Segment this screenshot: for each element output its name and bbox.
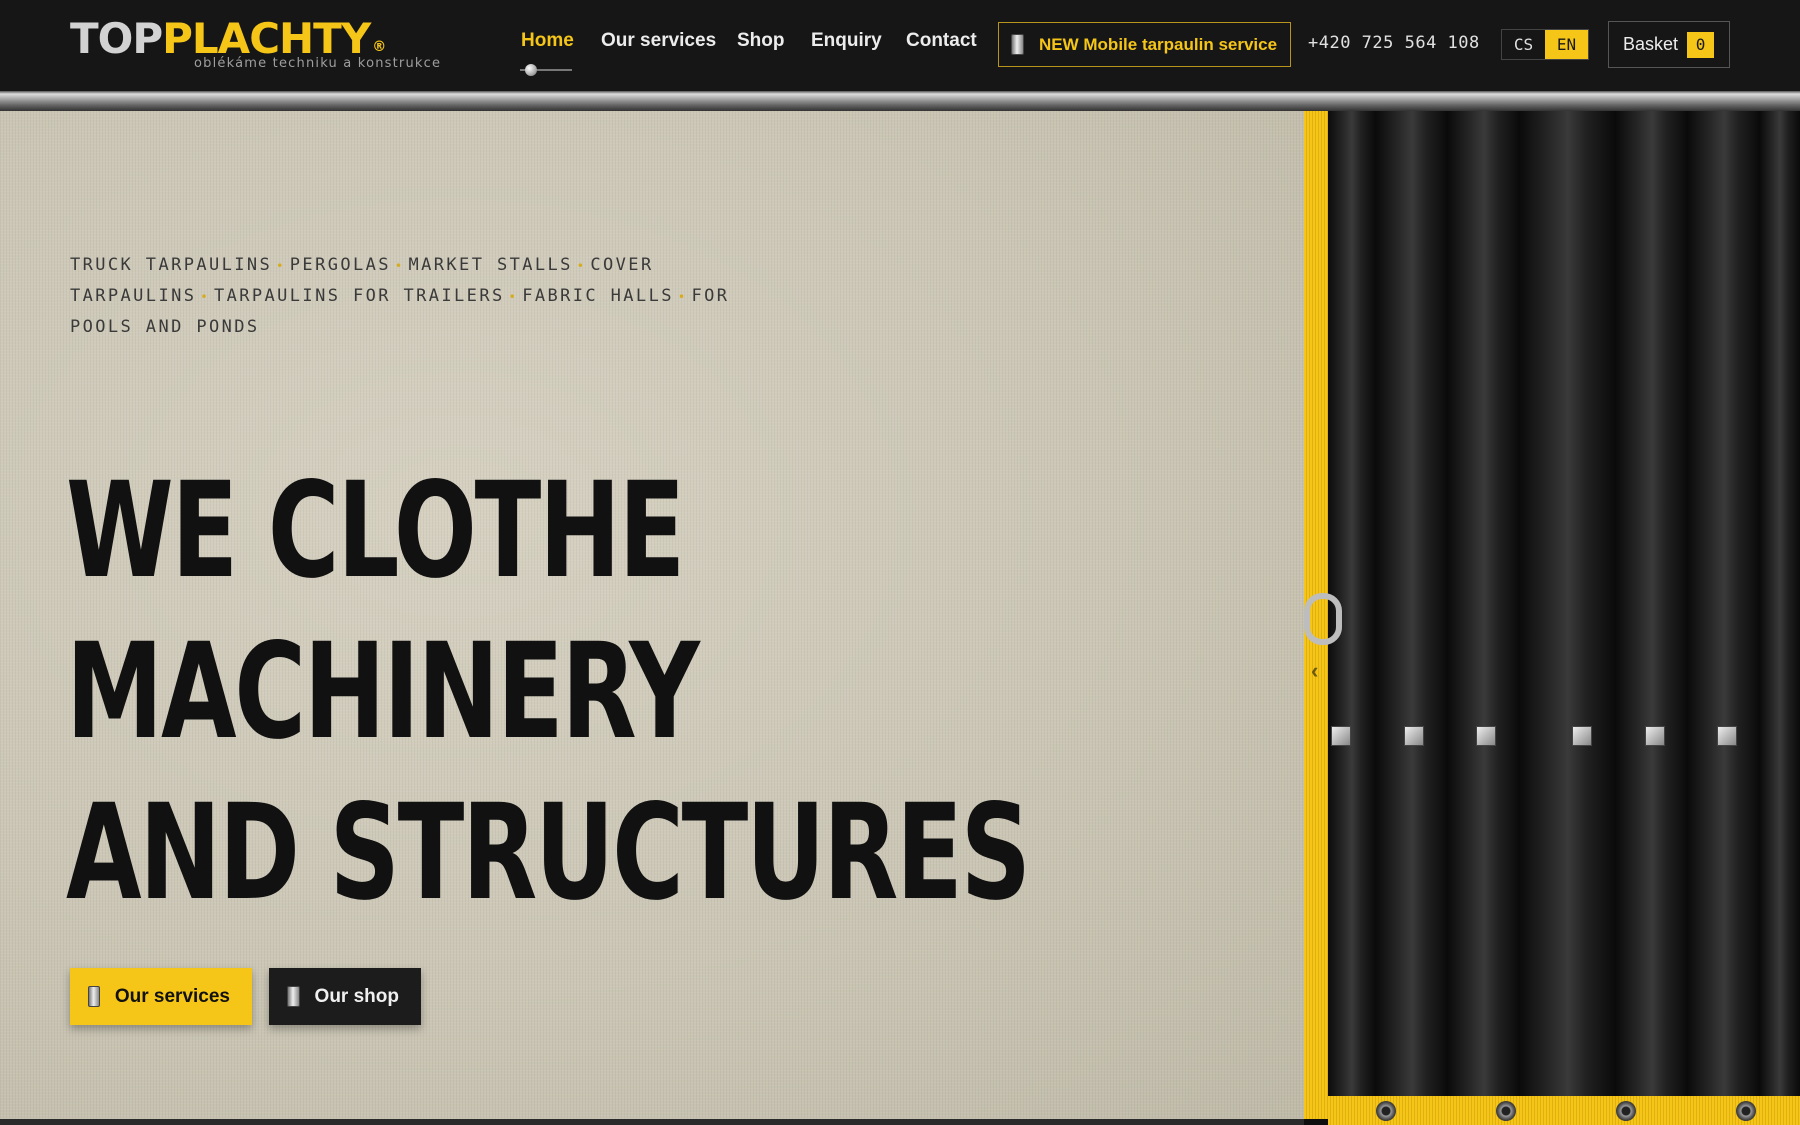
hero-title-line: MACHINERY (66, 615, 700, 769)
lang-option-cs[interactable]: CS (1502, 30, 1545, 59)
separator-dot: • (394, 259, 405, 273)
separator-dot: • (508, 290, 519, 304)
category-item: FABRIC HALLS (522, 286, 674, 306)
separator-dot: • (677, 290, 688, 304)
hero-section: TRUCK TARPAULINS • PERGOLAS • MARKET STALLS •… (0, 111, 1304, 1125)
buckle-icon (1645, 726, 1665, 746)
hook-icon[interactable] (1304, 593, 1342, 645)
logo-registered: ® (372, 39, 386, 55)
category-item: TRUCK TARPAULINS (70, 255, 273, 275)
chevron-left-icon[interactable]: ‹ (1311, 658, 1318, 684)
nav-item-contact[interactable]: Contact (906, 30, 977, 52)
logo-top: TOP (70, 14, 163, 63)
nav-indicator-knob (525, 64, 537, 76)
curtain-fold (1448, 111, 1520, 1096)
phone-icon (1011, 34, 1024, 55)
hero-categories: TRUCK TARPAULINS • PERGOLAS • MARKET STALLS •… (70, 250, 750, 342)
our-shop-label: Our shop (314, 985, 399, 1007)
buckle-icon (1404, 726, 1424, 746)
nav-item-home[interactable]: Home (521, 30, 574, 52)
grommet-icon (1616, 1101, 1636, 1121)
buckle-icon (1476, 726, 1496, 746)
grommet-icon (1496, 1101, 1516, 1121)
curtain-bottom-strap (1328, 1096, 1800, 1125)
grommet-icon (1736, 1101, 1756, 1121)
phone-icon (88, 986, 100, 1007)
buckle-icon (1331, 726, 1351, 746)
curtain-fold (1520, 111, 1616, 1096)
separator-dot: • (200, 290, 210, 304)
site-header: TOPPLACHTY ® oblékáme techniku a konstruk… (0, 0, 1800, 92)
nav-active-indicator (520, 64, 572, 76)
category-item: PERGOLAS (289, 255, 391, 275)
separator-dot: • (276, 259, 286, 273)
logo-tagline: oblékáme techniku a konstrukce (194, 56, 442, 71)
promo-mobile-service-button[interactable]: NEW Mobile tarpaulin service (998, 22, 1291, 67)
curtain-fold (1760, 111, 1800, 1096)
nav-item-enquiry[interactable]: Enquiry (811, 30, 882, 52)
basket-button[interactable]: Basket 0 (1608, 21, 1730, 68)
separator-dot: • (576, 259, 587, 273)
phone-number-link[interactable]: +420 725 564 108 (1308, 33, 1480, 53)
our-services-label: Our services (114, 985, 230, 1007)
hero-title-line: WE CLOTHE (66, 454, 685, 608)
grommet-icon (1376, 1101, 1396, 1121)
our-services-button[interactable]: Our services (70, 968, 252, 1025)
curtain-rail (0, 91, 1800, 111)
buckle-icon (1717, 726, 1737, 746)
buckle-icon (1572, 726, 1592, 746)
nav-item-services[interactable]: Our services (601, 30, 716, 52)
basket-label: Basket (1623, 34, 1679, 54)
curtain-fold (1376, 111, 1448, 1096)
site-logo[interactable]: TOPPLACHTY ® oblékáme techniku a konstruk… (70, 18, 490, 73)
promo-label: NEW Mobile tarpaulin service (1039, 34, 1278, 54)
hero-title-line: AND STRUCTURES (66, 776, 1031, 930)
tarpaulin-curtain-panel[interactable]: ‹ (1304, 111, 1800, 1125)
category-item: MARKET STALLS (408, 255, 573, 275)
category-item: TARPAULINS FOR TRAILERS (213, 286, 505, 306)
hero-title: WE CLOTHE MACHINERY AND STRUCTURES (66, 451, 1031, 934)
phone-icon (287, 986, 300, 1007)
page-bottom-edge (0, 1119, 1304, 1125)
curtain-fold (1688, 111, 1760, 1096)
nav-item-shop[interactable]: Shop (737, 30, 785, 52)
our-shop-button[interactable]: Our shop (269, 968, 421, 1025)
language-switcher: CS EN (1501, 29, 1589, 60)
lang-option-en[interactable]: EN (1545, 30, 1588, 59)
curtain-fold (1616, 111, 1688, 1096)
basket-count-badge: 0 (1687, 31, 1715, 58)
